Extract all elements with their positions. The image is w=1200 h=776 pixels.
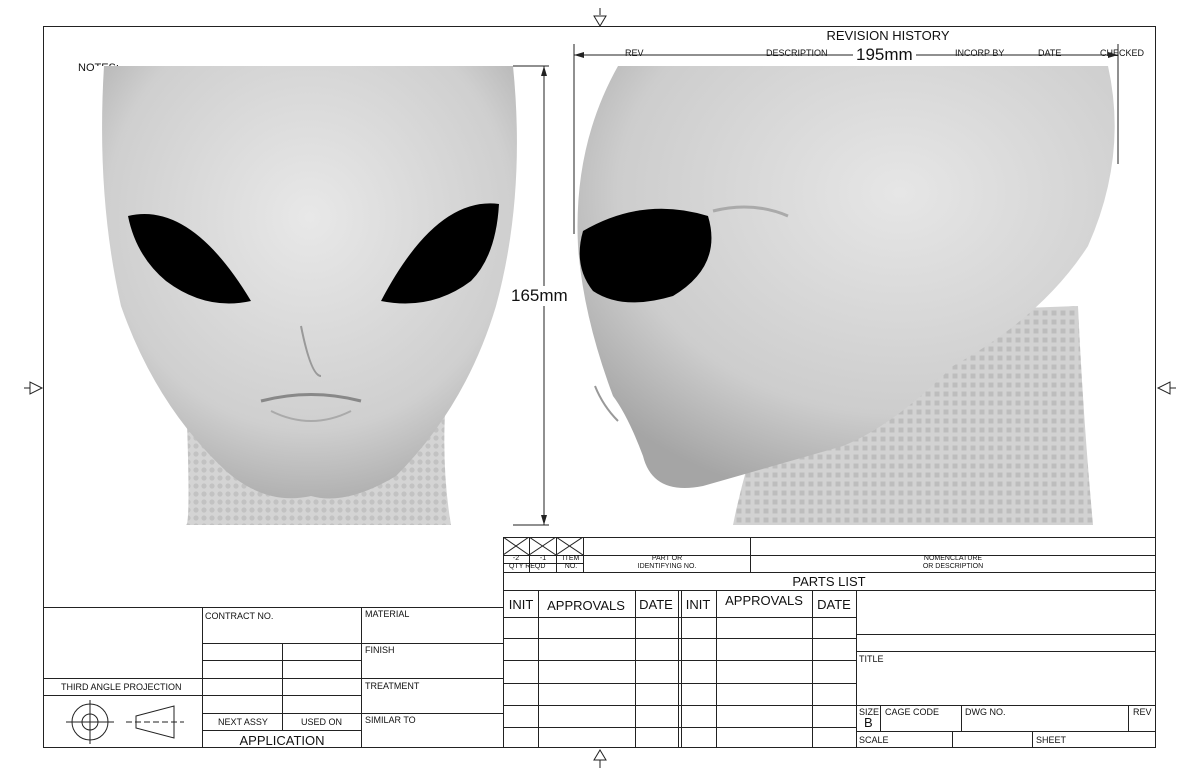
center-arrow-icon [24,381,44,395]
date-header: DATE [639,597,673,612]
application-label: APPLICATION [239,733,325,748]
center-arrow-icon [1156,381,1176,395]
center-arrow-icon [593,749,607,768]
cross-box-icon [503,537,583,555]
sheet-label: SHEET [1036,735,1067,745]
height-dimension: 165mm [511,286,568,306]
nomenclature-label: NOMENCLATURE [923,555,983,562]
identifying-no-label: IDENTIFYING NO. [637,563,697,570]
parts-list-title: PARTS LIST [792,574,866,589]
front-view-image [96,66,521,525]
approvals-header: APPROVALS [725,593,803,608]
size-value: B [864,715,873,730]
projection-circle-icon [66,700,114,744]
similar-to-label: SIMILAR TO [365,715,416,725]
width-dimension: 195mm [853,45,916,65]
material-label: MATERIAL [365,609,410,619]
third-angle-projection-label: THIRD ANGLE PROJECTION [61,682,182,692]
revision-title: REVISION HISTORY [826,28,950,43]
dwg-no-label: DWG NO. [965,707,1006,717]
treatment-label: TREATMENT [365,681,420,691]
item-no-label: ITEM NO. [562,555,580,570]
init-header: INIT [508,597,534,612]
date-header: DATE [817,597,851,612]
approvals-header: APPROVALS [547,598,625,613]
cage-code-label: CAGE CODE [885,707,940,717]
qty-reqd-label: QTY REQD [509,563,546,570]
next-assy-label: NEXT ASSY [218,717,268,727]
title-label: TITLE [859,654,884,664]
width-dimension-line [573,44,1119,234]
center-arrow-icon [593,8,607,27]
finish-label: FINISH [365,645,395,655]
contract-no-label: CONTRACT NO. [205,611,274,621]
or-description-label: OR DESCRIPTION [922,563,984,570]
used-on-label: USED ON [301,717,343,727]
qty-col-label: -1 [539,555,547,562]
part-or-label: PART OR [651,555,683,562]
projection-cone-icon [126,705,184,739]
qty-col-label: -2 [512,555,520,562]
init-header: INIT [685,597,711,612]
rev-label: REV [1133,707,1152,717]
scale-label: SCALE [859,735,889,745]
